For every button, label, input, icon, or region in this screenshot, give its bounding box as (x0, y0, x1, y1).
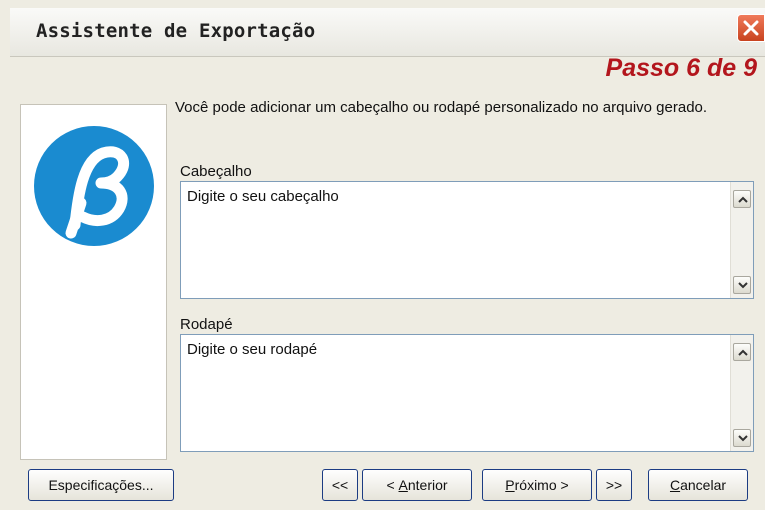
header-textarea[interactable]: Digite o seu cabeçalho (180, 181, 754, 299)
header-label: Cabeçalho (180, 163, 252, 180)
header-scroll-up-button[interactable] (733, 190, 751, 208)
title-bar[interactable]: Assistente de Exportação (10, 8, 765, 57)
chevron-up-icon (738, 196, 748, 203)
previous-button[interactable]: < Anterior (362, 469, 472, 501)
next-button[interactable]: Próximo > (482, 469, 592, 501)
logo-panel (20, 104, 167, 460)
footer-textarea[interactable]: Digite o seu rodapé (180, 334, 754, 452)
previous-mnemonic: A (398, 477, 408, 493)
step-indicator: Passo 6 de 9 (605, 54, 757, 82)
cancel-rest: ancelar (680, 477, 727, 493)
brand-logo-icon (34, 126, 154, 246)
close-icon (743, 20, 759, 36)
window-title: Assistente de Exportação (36, 20, 316, 42)
previous-prefix: < (386, 477, 399, 493)
footer-text: Digite o seu rodapé (187, 341, 318, 358)
export-wizard-window: Assistente de Exportação Passo 6 de 9 Vo… (0, 0, 765, 510)
footer-scroll-up-button[interactable] (733, 343, 751, 361)
cancel-button[interactable]: Cancelar (648, 469, 748, 501)
next-mnemonic: P (505, 477, 515, 493)
chevron-down-icon (738, 435, 748, 442)
footer-scrollbar[interactable] (730, 335, 753, 451)
footer-scroll-down-button[interactable] (733, 429, 751, 447)
cancel-mnemonic: C (669, 477, 681, 493)
specifications-button[interactable]: Especificações... (28, 469, 174, 501)
chevron-down-icon (738, 282, 748, 289)
instructions-text: Você pode adicionar um cabeçalho ou roda… (175, 99, 708, 116)
header-text: Digite o seu cabeçalho (187, 188, 339, 205)
header-scrollbar[interactable] (730, 182, 753, 298)
chevron-up-icon (738, 349, 748, 356)
header-scroll-down-button[interactable] (733, 276, 751, 294)
first-step-button[interactable]: << (322, 469, 358, 501)
last-step-button[interactable]: >> (596, 469, 632, 501)
next-rest: róximo > (514, 477, 569, 493)
footer-label: Rodapé (180, 316, 233, 333)
close-button[interactable] (737, 14, 765, 42)
previous-rest: nterior (407, 477, 448, 493)
